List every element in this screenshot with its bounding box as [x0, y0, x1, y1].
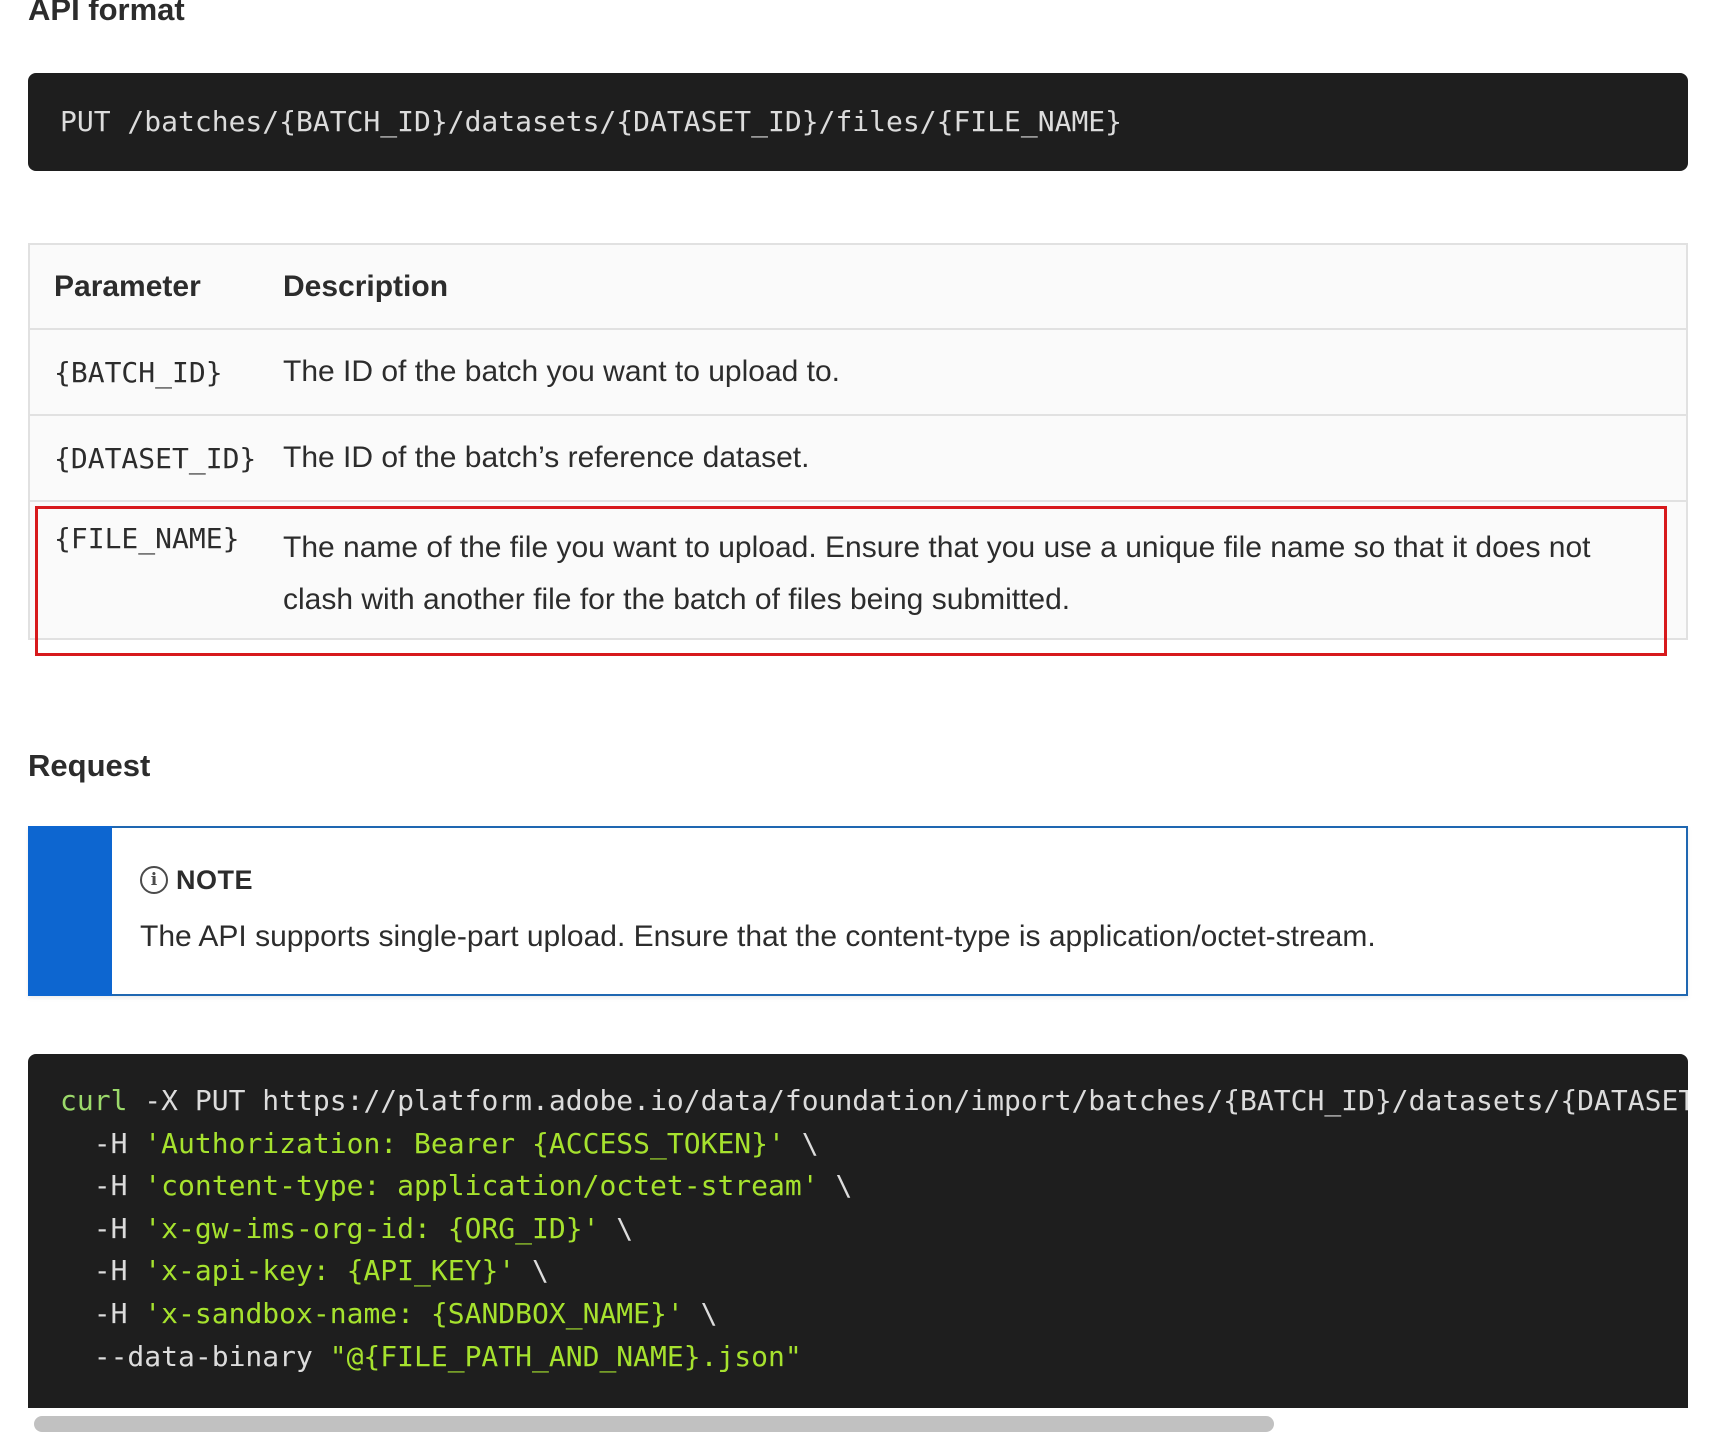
note-accent-bar	[28, 826, 112, 996]
curl-url-line: -X PUT https://platform.adobe.io/data/fo…	[144, 1084, 1688, 1117]
curl-flag: -H	[60, 1254, 145, 1288]
table-row: {DATASET_ID} The ID of the batch’s refer…	[30, 416, 1686, 502]
note-callout: i NOTE The API supports single-part uplo…	[28, 826, 1688, 996]
table-row: {FILE_NAME} The name of the file you wan…	[30, 502, 1686, 638]
curl-flag: -H	[60, 1296, 145, 1330]
table-header-row: Parameter Description	[30, 245, 1686, 330]
note-content: i NOTE The API supports single-part uplo…	[112, 828, 1376, 994]
curl-header-string: 'x-api-key: {API_KEY}'	[144, 1254, 516, 1288]
curl-header-string: 'x-gw-ims-org-id: {ORG_ID}'	[144, 1211, 600, 1245]
info-icon: i	[140, 866, 168, 894]
note-title: NOTE	[176, 864, 254, 895]
curl-flag: --data-binary	[60, 1339, 330, 1373]
table-row: {BATCH_ID} The ID of the batch you want …	[30, 330, 1686, 416]
curl-data-binary-string: "@{FILE_PATH_AND_NAME}.json"	[329, 1339, 802, 1373]
request-heading: Request	[28, 748, 151, 783]
curl-header-string: 'content-type: application/octet-stream'	[144, 1169, 819, 1203]
parameter-description: The ID of the batch’s reference dataset.	[283, 441, 810, 474]
line-continuation: \	[818, 1169, 853, 1203]
curl-code-block: curl -X PUT https://platform.adobe.io/da…	[28, 1054, 1688, 1408]
line-continuation: \	[784, 1126, 819, 1160]
parameter-description: The name of the file you want to upload.…	[283, 531, 1591, 616]
note-text: The API supports single-part upload. Ens…	[140, 920, 1376, 953]
curl-flag: -H	[60, 1169, 145, 1203]
parameter-name: {BATCH_ID}	[54, 355, 223, 389]
curl-header-string: 'x-sandbox-name: {SANDBOX_NAME}'	[144, 1296, 684, 1330]
curl-header-string: 'Authorization: Bearer {ACCESS_TOKEN}'	[144, 1126, 785, 1160]
curl-flag: -H	[60, 1211, 145, 1245]
parameter-name: {DATASET_ID}	[54, 441, 257, 475]
note-title-row: i NOTE	[140, 862, 1376, 898]
column-header-parameter: Parameter	[54, 269, 201, 303]
line-continuation: \	[515, 1254, 549, 1288]
parameter-table: Parameter Description {BATCH_ID} The ID …	[28, 243, 1688, 640]
parameter-description: The ID of the batch you want to upload t…	[283, 355, 841, 388]
horizontal-scrollbar[interactable]	[28, 1408, 1688, 1438]
parameter-name: {FILE_NAME}	[54, 522, 240, 555]
scrollbar-thumb[interactable]	[34, 1416, 1274, 1432]
column-header-description: Description	[283, 269, 449, 303]
api-format-code-block: PUT /batches/{BATCH_ID}/datasets/{DATASE…	[28, 73, 1688, 171]
curl-command: curl	[60, 1084, 128, 1117]
api-format-heading: API format	[28, 0, 185, 27]
line-continuation: \	[683, 1296, 718, 1330]
curl-flag: -H	[60, 1126, 145, 1160]
line-continuation: \	[599, 1211, 634, 1245]
